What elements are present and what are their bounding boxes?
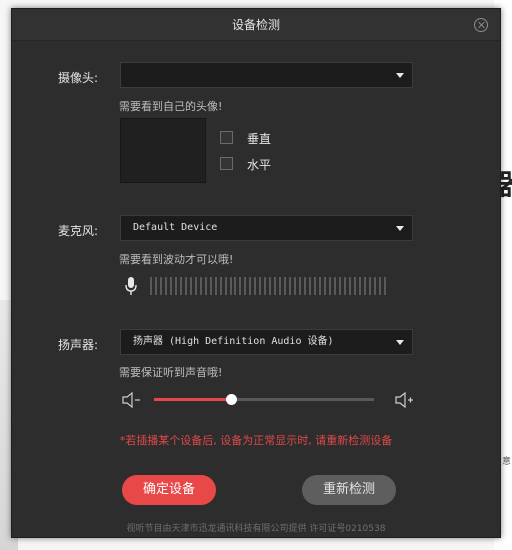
microphone-level-meter bbox=[150, 277, 386, 295]
level-bar bbox=[358, 277, 361, 295]
camera-select[interactable] bbox=[120, 62, 413, 88]
level-bar bbox=[279, 277, 282, 295]
level-bar bbox=[353, 277, 356, 295]
level-bar bbox=[309, 277, 311, 295]
speaker-select-value: 扬声器 (High Definition Audio 设备) bbox=[133, 336, 334, 347]
level-bar bbox=[318, 277, 321, 295]
redetect-warning: *若插播某个设备后, 设备为正常显示时, 请重新检测设备 bbox=[119, 434, 393, 447]
microphone-select[interactable]: Default Device bbox=[120, 215, 413, 241]
close-icon[interactable] bbox=[474, 18, 488, 32]
microphone-icon bbox=[125, 277, 137, 295]
camera-label: 摄像头: bbox=[58, 71, 99, 85]
level-bar bbox=[274, 277, 277, 295]
chevron-down-icon bbox=[396, 73, 404, 78]
level-bar bbox=[189, 277, 192, 295]
level-bar bbox=[194, 277, 197, 295]
level-bar bbox=[304, 277, 307, 295]
level-bar bbox=[338, 277, 341, 295]
device-check-dialog: 设备检测 摄像头: 需要看到自己的头像! 垂直 水平 麦克风: Default … bbox=[11, 8, 501, 538]
flip-horizontal-checkbox[interactable] bbox=[220, 157, 233, 170]
level-bar bbox=[289, 277, 292, 295]
level-bar bbox=[284, 277, 287, 295]
level-bar bbox=[204, 277, 207, 295]
level-bar bbox=[239, 277, 242, 295]
level-bar bbox=[368, 277, 371, 295]
level-bar bbox=[164, 277, 167, 295]
level-bar bbox=[249, 277, 252, 295]
level-bar bbox=[150, 277, 152, 295]
level-bar bbox=[269, 277, 272, 295]
dialog-title: 设备检测 bbox=[231, 18, 280, 32]
level-bar bbox=[209, 277, 212, 295]
level-bar bbox=[229, 277, 232, 295]
level-bar bbox=[259, 277, 262, 295]
level-bar bbox=[348, 277, 351, 295]
microphone-label: 麦克风: bbox=[58, 224, 99, 238]
level-bar bbox=[219, 277, 222, 295]
level-bar bbox=[199, 277, 202, 295]
speaker-select[interactable]: 扬声器 (High Definition Audio 设备) bbox=[120, 329, 413, 355]
volume-slider-fill bbox=[154, 398, 231, 401]
confirm-device-button[interactable]: 确定设备 bbox=[122, 475, 216, 505]
level-bar bbox=[333, 277, 336, 295]
flip-vertical-checkbox[interactable] bbox=[220, 131, 233, 144]
level-bar bbox=[264, 277, 267, 295]
level-bar bbox=[343, 277, 346, 295]
chevron-down-icon bbox=[396, 226, 404, 231]
volume-down-icon[interactable] bbox=[122, 392, 142, 408]
volume-slider-handle[interactable] bbox=[226, 394, 237, 405]
level-bar bbox=[323, 277, 326, 295]
footer-license: 视听节目由天津市迅龙通讯科技有限公司提供 许可证号0210538 bbox=[126, 524, 386, 534]
volume-slider[interactable] bbox=[154, 394, 374, 405]
chevron-down-icon bbox=[396, 340, 404, 345]
level-bar bbox=[174, 277, 177, 295]
level-bar bbox=[373, 277, 376, 295]
microphone-hint: 需要看到波动才可以哦! bbox=[119, 253, 234, 266]
level-bar bbox=[159, 277, 162, 295]
level-bar bbox=[154, 277, 157, 295]
level-bar bbox=[179, 277, 182, 295]
camera-preview bbox=[120, 118, 206, 183]
level-bar bbox=[224, 277, 227, 295]
level-bar bbox=[328, 277, 331, 295]
level-bar bbox=[184, 277, 187, 295]
level-bar bbox=[378, 277, 381, 295]
level-bar bbox=[313, 277, 316, 295]
speaker-label: 扬声器: bbox=[58, 338, 99, 352]
level-bar bbox=[169, 277, 172, 295]
level-bar bbox=[363, 277, 366, 295]
recheck-button[interactable]: 重新检测 bbox=[302, 475, 396, 505]
level-bar bbox=[244, 277, 247, 295]
camera-hint: 需要看到自己的头像! bbox=[119, 100, 223, 113]
speaker-hint: 需要保证听到声音哦! bbox=[119, 366, 223, 379]
volume-up-icon[interactable] bbox=[395, 392, 415, 408]
level-bar bbox=[383, 277, 386, 295]
background-text-fragment: 意 bbox=[501, 457, 511, 467]
flip-horizontal-label: 水平 bbox=[247, 158, 272, 172]
flip-vertical-label: 垂直 bbox=[247, 132, 272, 146]
dialog-titlebar: 设备检测 bbox=[12, 9, 500, 41]
level-bar bbox=[254, 277, 257, 295]
level-bar bbox=[294, 277, 297, 295]
level-bar bbox=[299, 277, 302, 295]
level-bar bbox=[234, 277, 237, 295]
microphone-select-value: Default Device bbox=[133, 222, 218, 233]
level-bar bbox=[214, 277, 217, 295]
